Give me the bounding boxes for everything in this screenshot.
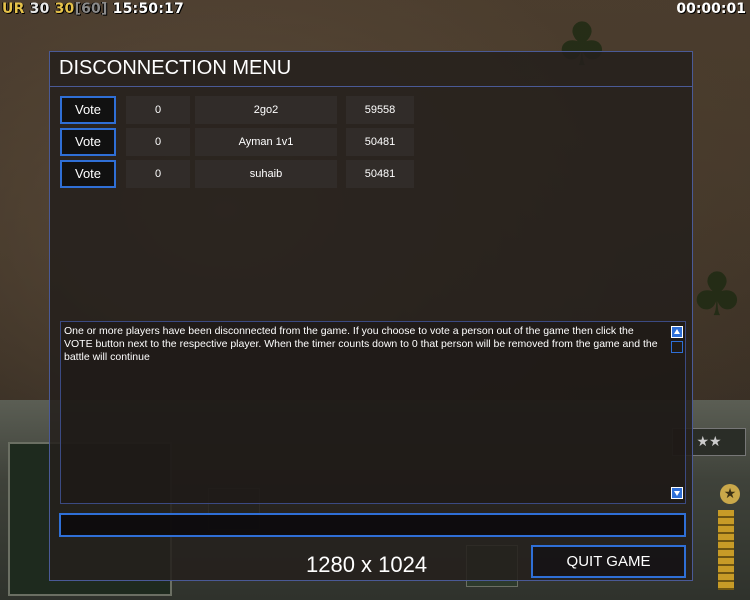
player-name: suhaib — [195, 160, 337, 188]
vote-button[interactable]: Vote — [60, 128, 116, 156]
hud-value-a: 30 — [29, 1, 50, 17]
disconnect-message: One or more players have been disconnect… — [64, 325, 658, 363]
dialog-title: DISCONNECTION MENU — [59, 57, 292, 79]
player-name: 2go2 — [195, 96, 337, 124]
star-icon: ★ — [720, 484, 740, 504]
quit-game-button[interactable]: QUIT GAME — [531, 545, 686, 578]
player-id: 50481 — [346, 128, 414, 156]
message-scrollbar[interactable] — [670, 322, 685, 503]
resolution-label: 1280 x 1024 — [306, 552, 428, 577]
player-id: 50481 — [346, 160, 414, 188]
hud-elapsed-timer: 00:00:01 — [676, 1, 746, 17]
player-votes: 0 — [126, 128, 190, 156]
vote-button[interactable]: Vote — [60, 96, 116, 124]
title-divider — [50, 86, 692, 87]
hud-stats: UR 30 30[60] 15:50:17 — [2, 1, 184, 17]
palm-tree-icon: ♣ — [690, 260, 744, 330]
hud-value-b: 30 — [54, 1, 75, 17]
player-votes: 0 — [126, 160, 190, 188]
scroll-thumb[interactable] — [671, 341, 683, 353]
scroll-down-icon[interactable] — [671, 487, 683, 499]
hud-value-c: [60] — [74, 1, 108, 17]
vote-button[interactable]: Vote — [60, 160, 116, 188]
player-votes: 0 — [126, 96, 190, 124]
chat-input[interactable] — [59, 513, 686, 537]
disconnection-dialog: DISCONNECTION MENU Vote 0 2go2 59558 Vot… — [49, 51, 693, 581]
player-name: Ayman 1v1 — [195, 128, 337, 156]
power-bar — [718, 510, 734, 590]
hud-ur-label: UR — [2, 1, 25, 17]
message-box: One or more players have been disconnect… — [60, 321, 686, 504]
scroll-up-icon[interactable] — [671, 326, 683, 338]
hud-clock: 15:50:17 — [112, 1, 184, 17]
player-id: 59558 — [346, 96, 414, 124]
